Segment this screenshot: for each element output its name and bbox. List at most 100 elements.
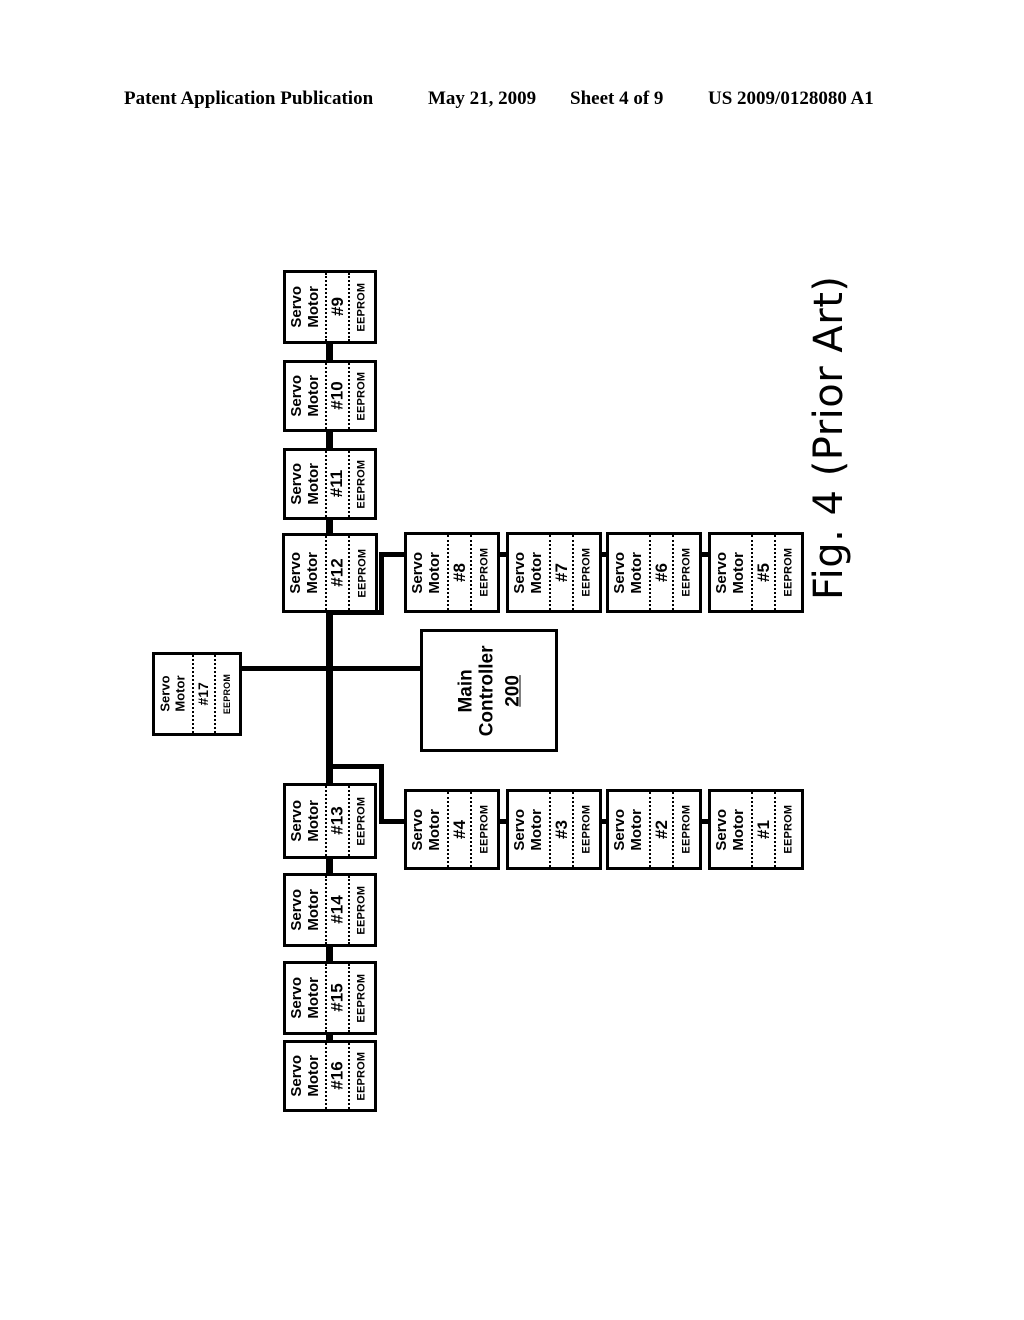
servo-12-name: Servo Motor [287,552,321,594]
servo-15-name-cell: Servo Motor [286,964,325,1032]
servo-6-memory: EEPROM [680,548,693,597]
servo-motor-block-15[interactable]: Servo Motor #15 EEPROM [283,961,377,1035]
servo-8-number: #8 [449,563,469,582]
servo-5-memory: EEPROM [782,548,795,597]
bus-horizontal-main [241,666,423,671]
servo-13-number: #13 [327,806,347,836]
servo-12-number-cell: #12 [324,536,348,610]
servo-10-memory: EEPROM [355,371,368,421]
servo-motor-block-13[interactable]: Servo Motor #13 EEPROM [283,783,377,859]
servo-6-memory-cell: EEPROM [671,535,699,610]
servo-17-memory-cell: EEPROM [213,655,239,733]
main-controller-reference: 200 [501,674,523,707]
servo-motor-block-3[interactable]: Servo Motor #3 EEPROM [506,789,602,870]
servo-14-number: #14 [327,895,347,925]
servo-7-name: Servo Motor [511,551,545,594]
servo-motor-block-10[interactable]: Servo Motor #10 EEPROM [283,360,377,432]
servo-5-name-cell: Servo Motor [711,535,751,610]
servo-motor-block-7[interactable]: Servo Motor #7 EEPROM [506,532,602,613]
servo-17-name-cell: Servo Motor [155,655,192,733]
servo-3-name-cell: Servo Motor [509,792,549,867]
servo-10-number: #10 [327,381,347,411]
servo-4-name-cell: Servo Motor [407,792,447,867]
servo-14-name-cell: Servo Motor [286,876,325,944]
servo-motor-block-16[interactable]: Servo Motor #16 EEPROM [283,1040,377,1112]
servo-7-name-cell: Servo Motor [509,535,549,610]
servo-15-memory-cell: EEPROM [347,964,374,1032]
diagram-canvas: Servo Motor #9 EEPROM Servo Motor #10 EE… [0,0,1024,1320]
servo-3-number-cell: #3 [548,792,572,867]
servo-2-memory-cell: EEPROM [671,792,699,867]
servo-4-memory-cell: EEPROM [469,792,497,867]
servo-12-memory: EEPROM [356,548,369,598]
servo-8-name-cell: Servo Motor [407,535,447,610]
servo-motor-block-9[interactable]: Servo Motor #9 EEPROM [283,270,377,344]
servo-motor-block-4[interactable]: Servo Motor #4 EEPROM [404,789,500,870]
servo-10-number-cell: #10 [324,363,348,429]
servo-6-number-cell: #6 [648,535,672,610]
servo-6-name: Servo Motor [611,551,645,594]
servo-7-memory-cell: EEPROM [571,535,599,610]
servo-4-number-cell: #4 [446,792,470,867]
servo-motor-block-6[interactable]: Servo Motor #6 EEPROM [606,532,702,613]
servo-7-number: #7 [551,563,571,582]
servo-2-number: #2 [651,820,671,839]
servo-3-name: Servo Motor [511,808,545,851]
servo-6-name-cell: Servo Motor [609,535,649,610]
servo-1-number: #1 [753,820,773,839]
servo-11-number: #11 [327,470,347,498]
servo-15-name: Servo Motor [287,977,322,1019]
servo-11-number-cell: #11 [324,451,348,517]
servo-17-name: Servo Motor [157,675,188,713]
servo-6-number: #6 [651,563,671,582]
servo-7-memory: EEPROM [580,548,593,597]
main-controller-block[interactable]: Main Controller 200 [420,629,558,752]
servo-16-memory-cell: EEPROM [347,1043,374,1109]
servo-11-memory-cell: EEPROM [347,451,374,517]
servo-10-name: Servo Motor [287,375,322,417]
servo-motor-block-11[interactable]: Servo Motor #11 EEPROM [283,448,377,520]
servo-12-number: #12 [327,558,347,588]
servo-9-memory: EEPROM [355,282,368,332]
servo-15-memory: EEPROM [355,973,368,1023]
servo-13-memory: EEPROM [355,796,368,846]
servo-10-memory-cell: EEPROM [347,363,374,429]
servo-17-memory: EEPROM [222,673,233,715]
servo-4-name: Servo Motor [409,808,443,851]
servo-17-number-cell: #17 [191,655,214,733]
servo-motor-block-8[interactable]: Servo Motor #8 EEPROM [404,532,500,613]
servo-2-name-cell: Servo Motor [609,792,649,867]
servo-motor-block-2[interactable]: Servo Motor #2 EEPROM [606,789,702,870]
patent-figure-page: Patent Application Publication May 21, 2… [0,0,1024,1320]
servo-8-memory: EEPROM [478,548,491,597]
servo-13-number-cell: #13 [324,786,348,856]
servo-1-name-cell: Servo Motor [711,792,751,867]
servo-1-name: Servo Motor [713,808,747,851]
figure-caption: Fig. 4 (Prior Art) [806,275,852,600]
servo-16-number: #16 [327,1061,347,1091]
servo-13-name-cell: Servo Motor [286,786,325,856]
servo-2-name: Servo Motor [611,808,645,851]
servo-14-memory-cell: EEPROM [347,876,374,944]
servo-1-number-cell: #1 [750,792,774,867]
servo-13-memory-cell: EEPROM [347,786,374,856]
servo-9-number: #9 [327,297,347,317]
servo-16-number-cell: #16 [324,1043,348,1109]
branch-lower-vertical [379,764,384,824]
servo-12-name-cell: Servo Motor [285,536,325,610]
servo-4-memory: EEPROM [478,805,491,854]
servo-motor-block-1[interactable]: Servo Motor #1 EEPROM [708,789,804,870]
servo-motor-block-5[interactable]: Servo Motor #5 EEPROM [708,532,804,613]
servo-11-name: Servo Motor [287,463,322,505]
servo-1-memory-cell: EEPROM [773,792,801,867]
servo-motor-block-14[interactable]: Servo Motor #14 EEPROM [283,873,377,947]
servo-16-name: Servo Motor [287,1055,322,1097]
servo-5-number-cell: #5 [750,535,774,610]
servo-14-number-cell: #14 [324,876,348,944]
servo-4-number: #4 [449,820,469,839]
servo-motor-block-17[interactable]: Servo Motor #17 EEPROM [152,652,242,736]
servo-motor-block-12[interactable]: Servo Motor #12 EEPROM [282,533,378,613]
servo-16-memory: EEPROM [355,1051,368,1101]
servo-5-number: #5 [753,563,773,582]
servo-3-memory-cell: EEPROM [571,792,599,867]
